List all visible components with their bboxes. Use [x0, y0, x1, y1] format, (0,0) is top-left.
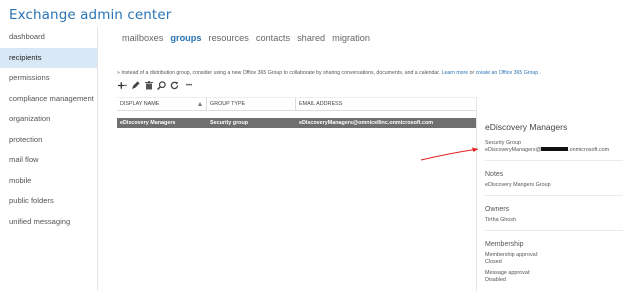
divider: [485, 160, 623, 161]
red-arrow-annotation: [420, 147, 479, 161]
learn-more-link[interactable]: Learn more: [442, 70, 469, 76]
redaction-mark: [541, 147, 569, 152]
app-title: Exchange admin center: [9, 7, 172, 23]
sidebar-item-permissions[interactable]: permissions: [0, 68, 97, 89]
sort-ascending-icon: [198, 102, 202, 106]
tab-groups[interactable]: groups: [170, 33, 201, 43]
sidebar-item-mail-flow[interactable]: mail flow: [0, 150, 97, 171]
message-approval-label: Message approval:: [485, 270, 531, 276]
row-email-address: eDiscoveryManagers@omnicellinc.onmicroso…: [299, 120, 434, 126]
divider: [485, 195, 623, 196]
tab-bar: mailboxes groups resources contacts shar…: [122, 33, 370, 43]
details-email-prefix: eDiscoveryManagers@: [485, 147, 542, 153]
sidebar-item-mobile[interactable]: mobile: [0, 171, 97, 192]
office365-hint: » Instead of a distribution group, consi…: [117, 70, 541, 76]
owners-value: Tirtha Ghosh: [485, 217, 516, 223]
search-icon[interactable]: [157, 81, 166, 90]
hint-or: or: [469, 70, 475, 76]
column-header-display-name-label: DISPLAY NAME: [120, 101, 160, 107]
column-header-group-type[interactable]: GROUP TYPE: [207, 98, 296, 110]
row-group-type: Security group: [210, 120, 249, 126]
details-title: eDiscovery Managers: [485, 122, 568, 132]
more-icon[interactable]: •••: [183, 81, 195, 90]
sidebar-item-recipients[interactable]: recipients: [0, 47, 97, 68]
refresh-icon[interactable]: [170, 81, 179, 90]
create-office365-group-link[interactable]: create an Office 365 Group: [476, 70, 538, 76]
tab-migration[interactable]: migration: [332, 33, 370, 43]
sidebar-item-public-folders[interactable]: public folders: [0, 191, 97, 212]
details-email: eDiscoveryManagers@ .onmicrosoft.com: [485, 147, 624, 154]
owners-header: Owners: [485, 206, 510, 213]
membership-header: Membership: [485, 241, 524, 248]
details-group-type: Security Group: [485, 140, 521, 146]
toolbar: •••: [118, 81, 195, 90]
sidebar: dashboard recipients permissions complia…: [0, 27, 98, 291]
groups-table: DISPLAY NAME GROUP TYPE EMAIL ADDRESS eD…: [117, 97, 476, 128]
notes-header: Notes: [485, 171, 504, 178]
sidebar-item-organization[interactable]: organization: [0, 109, 97, 130]
column-header-display-name[interactable]: DISPLAY NAME: [117, 98, 207, 110]
membership-approval-label: Membership approval:: [485, 252, 539, 258]
tab-contacts[interactable]: contacts: [256, 33, 290, 43]
details-email-suffix: .onmicrosoft.com: [568, 147, 610, 153]
add-icon[interactable]: [118, 81, 127, 90]
column-header-email-address[interactable]: EMAIL ADDRESS: [296, 98, 476, 110]
membership-approval-value: Closed: [485, 259, 502, 265]
edit-icon[interactable]: [131, 81, 140, 90]
tab-shared[interactable]: shared: [297, 33, 325, 43]
sidebar-item-compliance-management[interactable]: compliance management: [0, 89, 97, 110]
delete-icon[interactable]: [144, 81, 153, 90]
hint-text: » Instead of a distribution group, consi…: [117, 70, 441, 76]
hint-suffix: .: [539, 70, 542, 76]
message-approval-value: Disabled: [485, 277, 506, 283]
row-display-name: eDiscovery Managers: [120, 120, 176, 126]
tab-resources[interactable]: resources: [209, 33, 249, 43]
sidebar-item-dashboard[interactable]: dashboard: [0, 27, 97, 48]
sidebar-item-protection[interactable]: protection: [0, 130, 97, 151]
notes-value: eDiscovery Mangers Group: [485, 182, 551, 188]
details-pane: eDiscovery Managers Security Group eDisc…: [476, 97, 624, 291]
sidebar-item-unified-messaging[interactable]: unified messaging: [0, 212, 97, 233]
table-row[interactable]: eDiscovery Managers Security group eDisc…: [117, 118, 476, 128]
table-header: DISPLAY NAME GROUP TYPE EMAIL ADDRESS: [117, 97, 476, 111]
divider: [485, 230, 623, 231]
tab-mailboxes[interactable]: mailboxes: [122, 33, 163, 43]
